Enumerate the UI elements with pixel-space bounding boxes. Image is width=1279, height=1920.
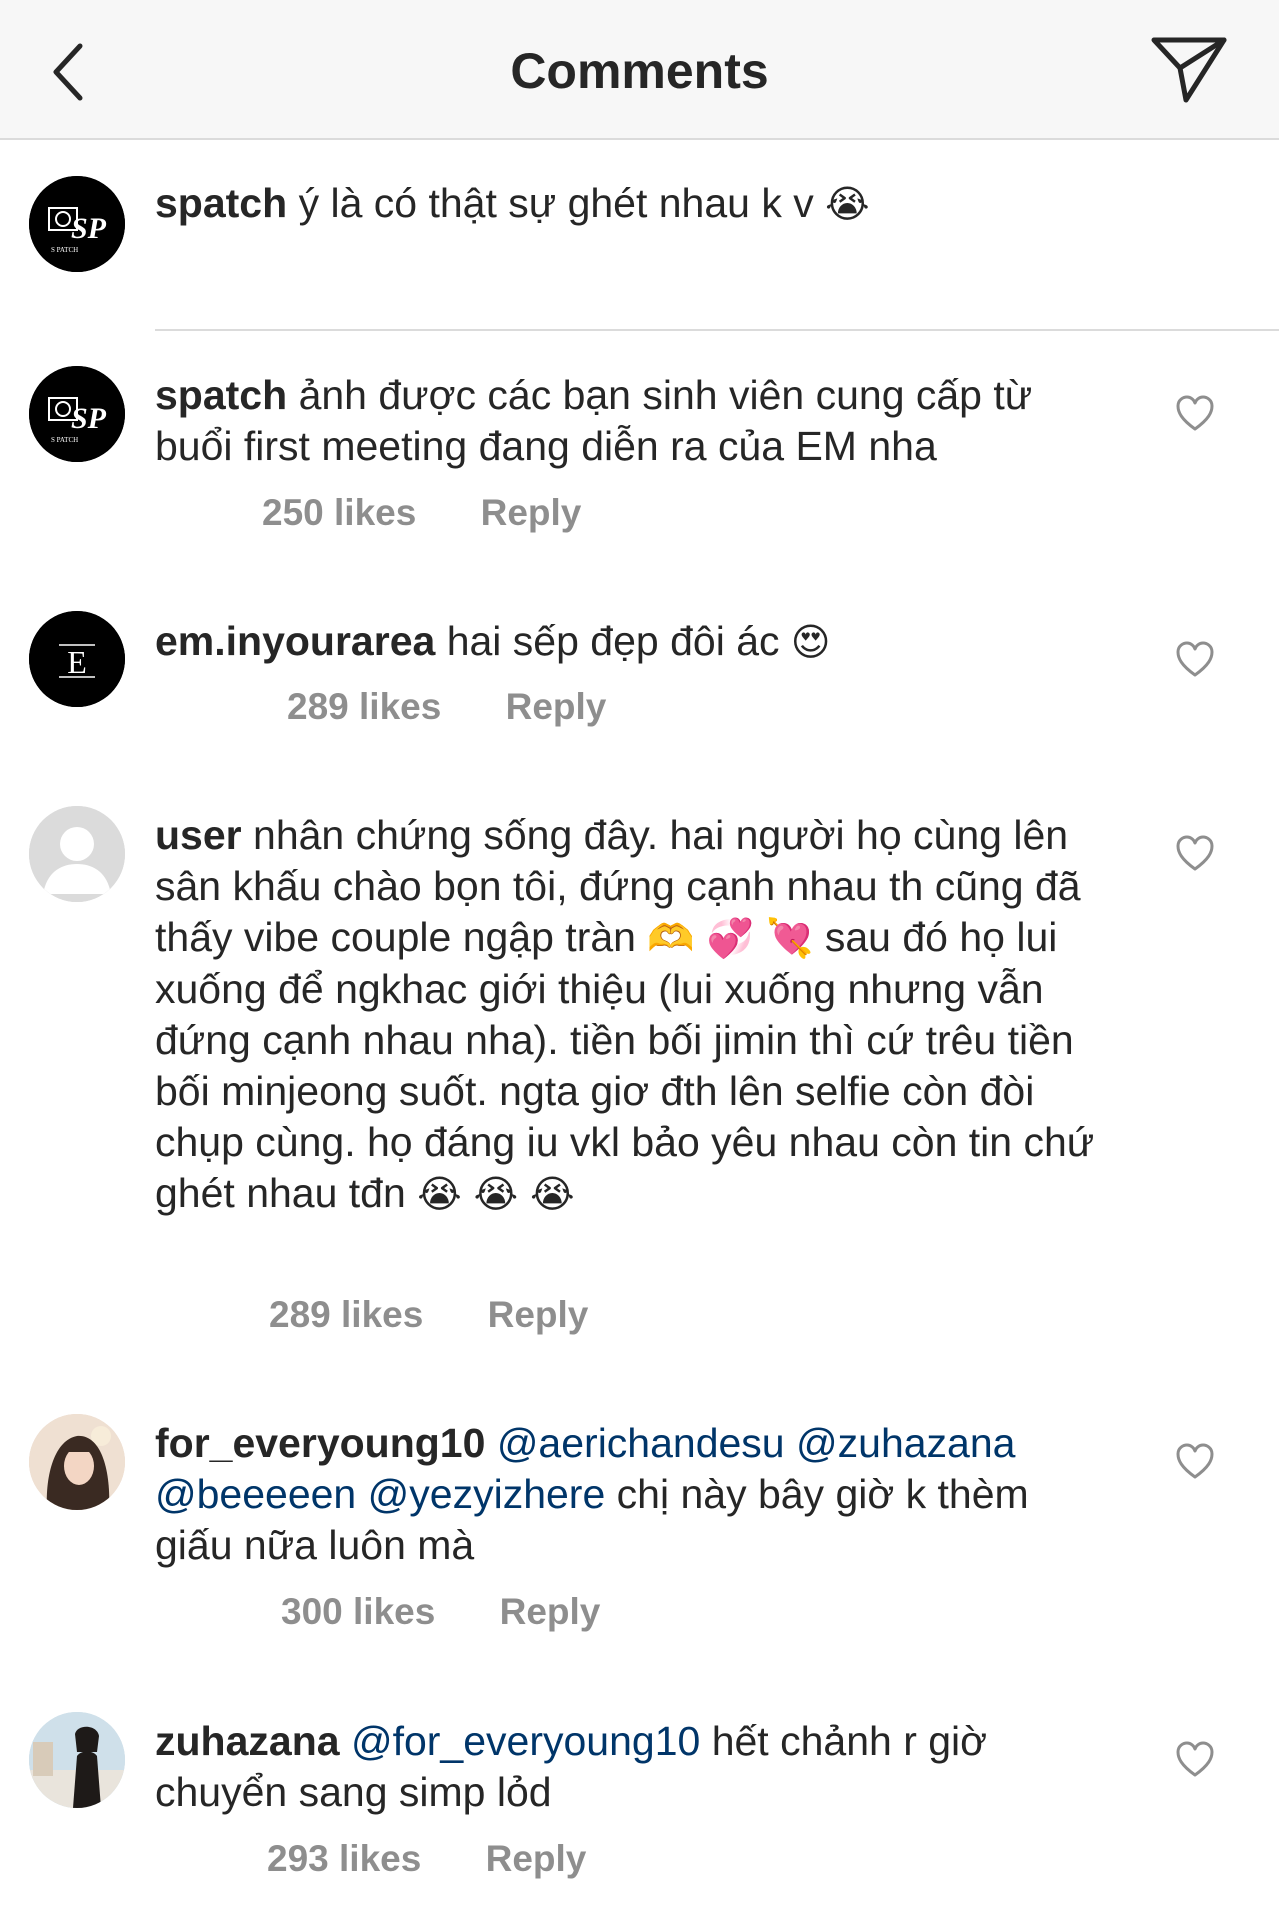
username-link[interactable]: em.inyourarea [155,618,435,664]
hearts-emoji: 🫶 💞 💘 [647,916,814,960]
comment-text: for_everyoung10 @aerichandesu @zuhazana … [155,1418,1115,1571]
like-count[interactable]: 293 likes [267,1838,421,1879]
heart-icon[interactable] [1175,640,1215,678]
page-title: Comments [510,43,769,99]
comment-meta: 300 likes Reply [281,1591,600,1633]
caption-body: ý là có thật sự ghét nhau k v [298,180,814,226]
heart-icon[interactable] [1175,1740,1215,1778]
heart-icon[interactable] [1175,834,1215,872]
reply-button[interactable]: Reply [481,492,582,533]
like-count[interactable]: 300 likes [281,1591,435,1632]
mention-link[interactable]: @for_everyoung10 [351,1718,700,1764]
spatch-logo-icon: SP S PATCH [29,176,125,272]
svg-text:S PATCH: S PATCH [51,246,78,254]
username-link[interactable]: for_everyoung10 [155,1420,485,1466]
caption-text: spatch ý là có thật sự ghét nhau k v 😭 [155,178,1115,230]
svg-text:SP: SP [71,212,107,245]
username-link[interactable]: spatch [155,180,287,226]
reply-button[interactable]: Reply [486,1838,587,1879]
like-count[interactable]: 289 likes [269,1294,423,1335]
svg-text:SP: SP [71,402,107,435]
heart-eyes-emoji: 😍 [790,620,831,664]
reply-button[interactable]: Reply [500,1591,601,1632]
comment-meta: 289 likes Reply [269,1294,588,1336]
comment-text: spatch ảnh được các bạn sinh viên cung c… [155,370,1115,472]
paper-plane-icon[interactable] [1150,34,1228,106]
svg-text:E: E [67,644,87,680]
comment-body: hai sếp đẹp đôi ác [446,618,780,664]
mention-link[interactable]: @beeeeen [155,1471,356,1517]
mention-link[interactable]: @zuhazana [796,1420,1015,1466]
avatar[interactable] [29,1414,125,1510]
comment-text: user nhân chứng sống đây. hai người họ c… [155,810,1115,1220]
comment-meta: 250 likes Reply [262,492,581,534]
username-link[interactable]: zuhazana [155,1718,340,1764]
heart-icon[interactable] [1175,394,1215,432]
comment-text: em.inyourarea hai sếp đẹp đôi ác 😍 [155,616,1115,668]
avatar[interactable] [29,806,125,902]
crying-emoji: 😭 [825,182,870,226]
like-count[interactable]: 289 likes [287,686,441,727]
comment-meta: 293 likes Reply [267,1838,586,1880]
mention-link[interactable]: @yezyizhere [368,1471,606,1517]
username-link[interactable]: spatch [155,372,287,418]
reply-button[interactable]: Reply [506,686,607,727]
comment-meta: 289 likes Reply [287,686,606,728]
comment-body: ảnh được các bạn sinh viên cung cấp từ b… [155,372,1033,469]
avatar[interactable]: SP S PATCH [29,176,125,272]
mention-link[interactable]: @aerichandesu [497,1420,785,1466]
default-user-icon [29,806,125,902]
reply-button[interactable]: Reply [488,1294,589,1335]
caption-divider [155,329,1279,331]
top-bar: Comments [0,0,1279,140]
heart-icon[interactable] [1175,1442,1215,1480]
crying-emoji: 😭 😭 😭 [417,1172,575,1216]
spatch-logo-icon: SP S PATCH [29,366,125,462]
avatar[interactable]: SP S PATCH [29,366,125,462]
em-logo-icon: E [29,611,125,707]
username-link[interactable]: user [155,812,242,858]
like-count[interactable]: 250 likes [262,492,416,533]
profile-photo-icon [29,1712,125,1808]
profile-photo-icon [29,1414,125,1510]
svg-text:S PATCH: S PATCH [51,436,78,444]
avatar[interactable] [29,1712,125,1808]
comment-text: zuhazana @for_everyoung10 hết chảnh r gi… [155,1716,1115,1818]
avatar[interactable]: E [29,611,125,707]
